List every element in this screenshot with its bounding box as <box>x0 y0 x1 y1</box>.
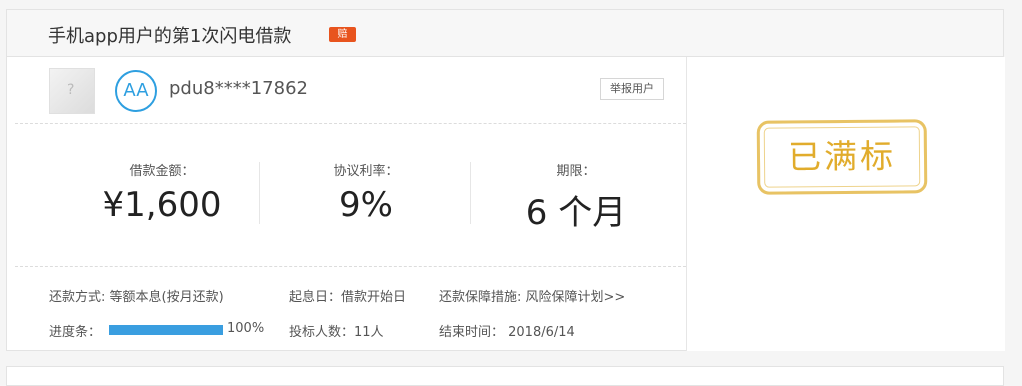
divider <box>15 123 686 124</box>
progress-bar-fill <box>109 325 223 335</box>
loan-amount-stat: 借款金额： ¥1,600 <box>72 160 252 225</box>
interest-rate-value: 9% <box>339 185 393 225</box>
report-user-button[interactable]: 举报用户 <box>600 78 664 100</box>
term-label: 期限： <box>556 164 596 179</box>
next-card-edge <box>6 366 1004 386</box>
progress-bar <box>109 325 223 335</box>
loan-title: 手机app用户的第1次闪电借款 <box>48 26 292 47</box>
term-stat: 期限： 6 个月 <box>486 160 666 234</box>
credit-rating-badge: AA <box>115 70 157 112</box>
end-time: 结束时间： 2018/6/14 <box>439 325 575 340</box>
divider <box>15 266 686 267</box>
loan-amount-value: ¥1,600 <box>102 185 222 225</box>
progress-percent: 100% <box>227 321 265 336</box>
avatar: ? <box>49 68 95 114</box>
bidder-count: 投标人数：11人 <box>289 325 384 340</box>
repayment-method: 还款方式: 等额本息(按月还款) <box>49 290 224 305</box>
stat-divider <box>470 162 471 224</box>
term-value: 6 个月 <box>525 193 627 233</box>
status-panel: 已满标 <box>686 57 1005 351</box>
stat-divider <box>259 162 260 224</box>
interest-rate-stat: 协议利率： 9% <box>276 160 456 225</box>
borrower-username: pdu8****17862 <box>169 78 308 99</box>
loan-amount-label: 借款金额： <box>129 164 195 179</box>
stamp-text: 已满标 <box>787 136 897 177</box>
interest-rate-label: 协议利率： <box>333 164 399 179</box>
compensation-tag: 赔 <box>329 27 356 42</box>
guarantee-link[interactable]: 还款保障措施: 风险保障计划>> <box>439 286 625 305</box>
interest-start-date: 起息日：借款开始日 <box>289 290 407 305</box>
loan-title-bar: 手机app用户的第1次闪电借款 赔 <box>7 10 1003 57</box>
avatar-placeholder-icon: ? <box>67 82 75 98</box>
loan-card: 手机app用户的第1次闪电借款 赔 ? AA pdu8****17862 举报用… <box>6 9 1005 351</box>
borrower-row: ? AA pdu8****17862 举报用户 <box>7 57 686 123</box>
progress-label: 进度条： <box>49 325 102 340</box>
fully-funded-stamp: 已满标 <box>756 119 928 195</box>
